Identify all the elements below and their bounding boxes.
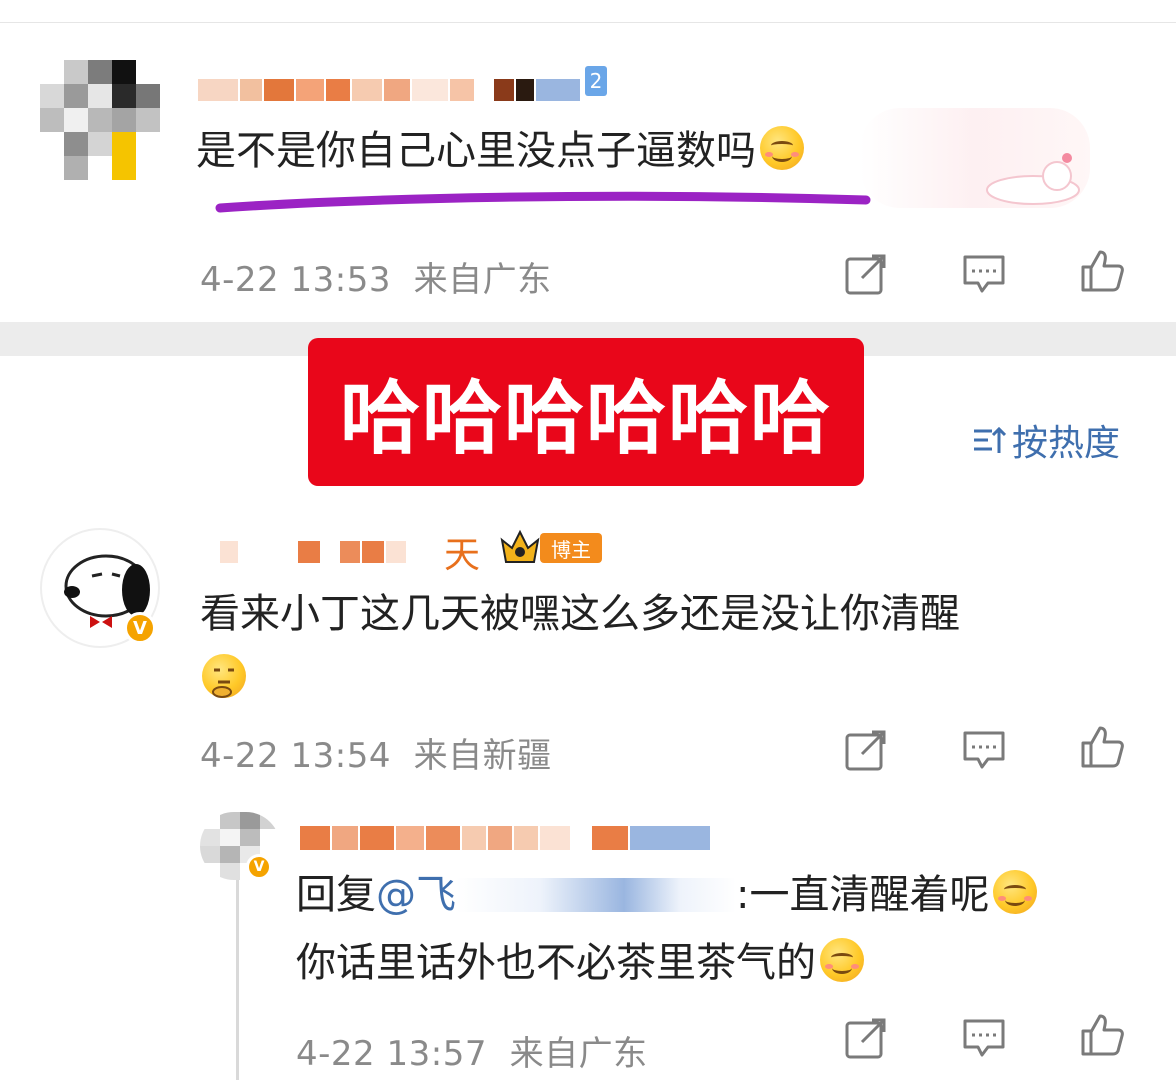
reply-text-line1: 回复@飞:一直清醒着呢 [296,870,1038,919]
cat-sticker-icon [975,150,1085,206]
comment-text: 是不是你自己心里没点子逼数吗 [196,126,804,175]
mention-link[interactable]: @飞 [376,872,456,918]
verified-badge-icon: V [246,854,272,880]
level-badge: 2 [585,66,607,96]
username-blurred[interactable] [300,818,710,858]
text-underline-annotation [214,188,874,218]
smile-emoji-icon [760,126,804,170]
sort-label: 按热度 [1012,423,1121,464]
share-icon[interactable] [844,252,888,296]
username-blurred[interactable] [198,76,580,104]
haha-banner: 哈哈哈哈哈哈 [308,338,864,486]
reply-text-line2: 你话里话外也不必茶里茶气的 [296,938,864,987]
blogger-badge: 博主 [540,533,602,563]
smile-emoji-icon [993,870,1038,914]
comment-meta: 4-22 13:53 来自广东 [200,260,552,300]
share-icon[interactable] [844,1016,888,1060]
comment-icon[interactable] [962,252,1006,296]
comment-meta: 4-22 13:54 来自新疆 [200,736,552,776]
top-divider [0,22,1176,23]
mention-blurred [456,878,736,912]
verified-badge-icon: V [124,612,156,644]
avatar[interactable] [40,60,160,180]
reply-thread-line [236,862,239,1080]
thinking-emoji-icon [202,654,246,698]
username-tail[interactable]: 天 [444,526,480,578]
thumbs-up-icon[interactable] [1080,724,1124,768]
smile-emoji-icon [820,938,864,982]
comment-icon[interactable] [962,1016,1006,1060]
sort-icon [974,426,1006,453]
share-icon[interactable] [844,728,888,772]
comment-icon[interactable] [962,728,1006,772]
sort-by-heat-button[interactable]: 按热度 [972,414,1120,466]
thumbs-up-icon[interactable] [1080,1012,1124,1056]
comment-text: 看来小丁这几天被嘿这么多还是没让你清醒 [200,591,960,637]
reply-meta: 4-22 13:57 来自广东 [296,1034,648,1074]
crown-icon [498,526,542,566]
username-blurred[interactable] [220,538,406,566]
thumbs-up-icon[interactable] [1080,248,1124,292]
